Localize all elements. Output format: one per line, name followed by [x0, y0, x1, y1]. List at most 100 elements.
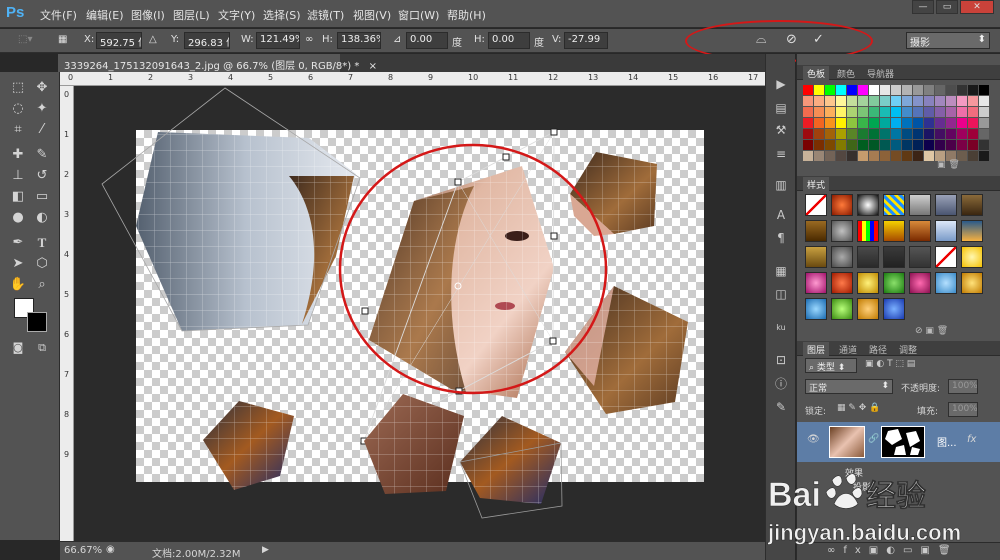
style-preset[interactable]: [857, 298, 879, 320]
swatch-cell[interactable]: [814, 118, 824, 128]
brush-settings-icon[interactable]: ≡: [773, 146, 789, 162]
clone-stamp-tool-icon[interactable]: ⊥: [8, 166, 28, 186]
layer-comps-icon[interactable]: ◫: [773, 286, 789, 302]
menu-select[interactable]: 选择(S): [263, 7, 301, 23]
swatch-cell[interactable]: [924, 140, 934, 150]
swatch-cell[interactable]: [814, 96, 824, 106]
swatch-cell[interactable]: [825, 96, 835, 106]
styles-grid[interactable]: [805, 194, 989, 320]
swatch-cell[interactable]: [946, 140, 956, 150]
crop-tool-icon[interactable]: ⌗: [8, 120, 28, 140]
swatch-cell[interactable]: [891, 151, 901, 161]
style-preset[interactable]: [831, 298, 853, 320]
tab-color[interactable]: 颜色: [833, 66, 859, 81]
layer-mask-thumbnail[interactable]: [881, 426, 925, 458]
path-selection-tool-icon[interactable]: ➤: [8, 254, 28, 274]
swatch-cell[interactable]: [968, 151, 978, 161]
swatch-cell[interactable]: [913, 85, 923, 95]
status-info-icon[interactable]: ◉: [106, 544, 115, 555]
dodge-tool-icon[interactable]: ◐: [32, 208, 52, 228]
swatch-cell[interactable]: [880, 151, 890, 161]
swatch-cell[interactable]: [935, 140, 945, 150]
history-icon[interactable]: ▤: [773, 100, 789, 116]
swatch-cell[interactable]: [880, 96, 890, 106]
style-preset[interactable]: [857, 272, 879, 294]
swatch-cell[interactable]: [979, 118, 989, 128]
swatch-cell[interactable]: [803, 85, 813, 95]
swatch-cell[interactable]: [814, 107, 824, 117]
swatch-cell[interactable]: [880, 85, 890, 95]
layer-filter-icons[interactable]: ▣ ◐ T ⬚ ▤: [865, 359, 915, 369]
swatch-cell[interactable]: [847, 85, 857, 95]
swatch-cell[interactable]: [902, 140, 912, 150]
swatch-cell[interactable]: [979, 140, 989, 150]
width-scale-field[interactable]: 121.49%: [256, 32, 300, 49]
layer-fx-badge[interactable]: fx: [967, 434, 976, 445]
style-preset[interactable]: [909, 220, 931, 242]
swatch-cell[interactable]: [924, 129, 934, 139]
swatch-cell[interactable]: [891, 118, 901, 128]
status-menu-arrow-icon[interactable]: ▶: [262, 545, 269, 555]
swatch-cell[interactable]: [946, 85, 956, 95]
menu-file[interactable]: 文件(F): [40, 7, 77, 23]
info-circle-icon[interactable]: ⓘ: [773, 376, 789, 392]
relative-position-icon[interactable]: △: [149, 34, 157, 45]
menu-help[interactable]: 帮助(H): [447, 7, 486, 23]
style-preset[interactable]: [831, 220, 853, 242]
swatch-cell[interactable]: [924, 118, 934, 128]
pen-tool-icon[interactable]: ✒: [8, 233, 28, 253]
swatch-cell[interactable]: [957, 129, 967, 139]
swatch-cell[interactable]: [825, 118, 835, 128]
swatch-cell[interactable]: [803, 96, 813, 106]
swatch-cell[interactable]: [858, 140, 868, 150]
horizontal-skew-field[interactable]: 0.00: [488, 32, 530, 49]
swatch-cell[interactable]: [869, 151, 879, 161]
swatch-cell[interactable]: [803, 151, 813, 161]
swatch-cell[interactable]: [803, 140, 813, 150]
style-preset[interactable]: [805, 220, 827, 242]
layer-name[interactable]: 图...: [937, 434, 957, 449]
swatch-cell[interactable]: [957, 118, 967, 128]
style-preset[interactable]: [961, 194, 983, 216]
move-tool-icon[interactable]: ✥: [32, 78, 52, 98]
swatch-cell[interactable]: [847, 107, 857, 117]
tab-channels[interactable]: 通道: [835, 342, 861, 357]
swatch-cell[interactable]: [957, 107, 967, 117]
layer-row-selected[interactable]: 👁 🔗 图... fx: [797, 422, 1000, 462]
style-preset[interactable]: [935, 194, 957, 216]
swatch-cell[interactable]: [869, 96, 879, 106]
swatch-cell[interactable]: [858, 118, 868, 128]
style-preset[interactable]: [883, 220, 905, 242]
swatch-cell[interactable]: [847, 118, 857, 128]
hand-tool-icon[interactable]: ✋: [8, 275, 28, 295]
menu-window[interactable]: 窗口(W): [398, 7, 439, 23]
reference-point-icon[interactable]: ▦: [58, 34, 67, 45]
swatch-cell[interactable]: [891, 85, 901, 95]
style-preset[interactable]: [831, 194, 853, 216]
style-preset[interactable]: [909, 246, 931, 268]
swatch-cell[interactable]: [924, 151, 934, 161]
style-preset[interactable]: [805, 194, 827, 216]
swatch-cell[interactable]: [924, 107, 934, 117]
swatch-cell[interactable]: [825, 140, 835, 150]
swatch-cell[interactable]: [946, 96, 956, 106]
swatch-cell[interactable]: [880, 129, 890, 139]
style-preset[interactable]: [831, 246, 853, 268]
spot-healing-tool-icon[interactable]: ✚: [8, 145, 28, 165]
swatch-cell[interactable]: [869, 140, 879, 150]
swatch-cell[interactable]: [814, 140, 824, 150]
swatch-cell[interactable]: [814, 85, 824, 95]
swatch-cell[interactable]: [913, 118, 923, 128]
play-actions-icon[interactable]: ▶: [773, 76, 789, 92]
swatch-cell[interactable]: [913, 129, 923, 139]
swatch-cell[interactable]: [946, 118, 956, 128]
swatch-cell[interactable]: [902, 85, 912, 95]
swatch-cell[interactable]: [979, 96, 989, 106]
swatch-cell[interactable]: [880, 118, 890, 128]
zoom-tool-icon[interactable]: ⌕: [32, 275, 52, 295]
screen-mode-icon[interactable]: ⧉: [32, 338, 52, 358]
workspace-dropdown[interactable]: 摄影 ⬍: [906, 32, 990, 49]
style-preset[interactable]: [909, 194, 931, 216]
close-window-button[interactable]: ✕: [960, 0, 994, 14]
menu-layer[interactable]: 图层(L): [173, 7, 210, 23]
